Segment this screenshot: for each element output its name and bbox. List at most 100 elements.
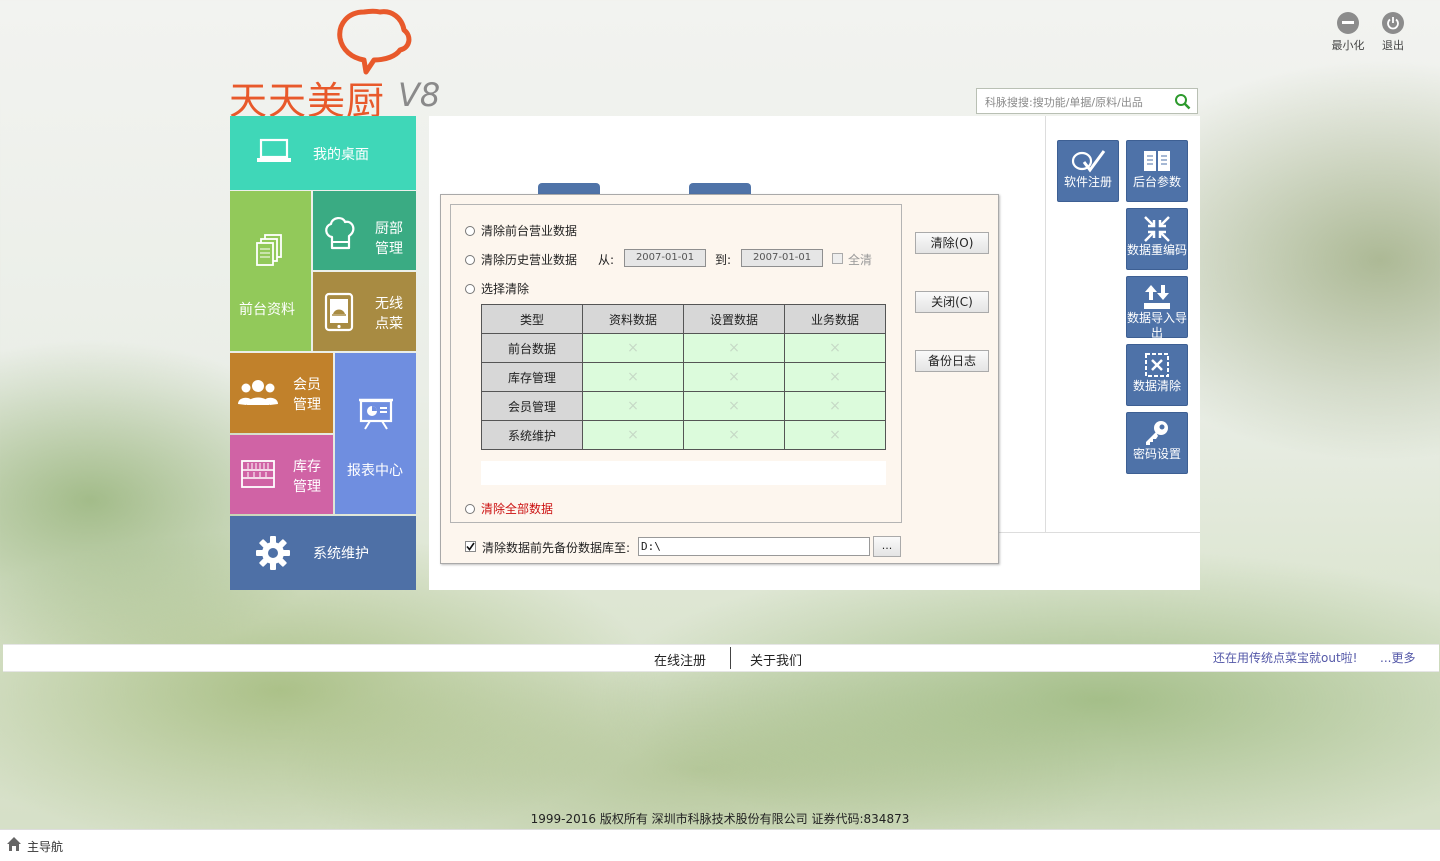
data-recode-label: 数据重编码 xyxy=(1127,243,1188,257)
import-export-icon xyxy=(1127,283,1187,311)
panel-divider xyxy=(1045,116,1046,532)
backup-log-button[interactable]: 备份日志 xyxy=(915,350,989,372)
main-navigation-label[interactable]: 主导航 xyxy=(27,838,63,855)
documents-icon xyxy=(255,233,285,271)
table-cell[interactable]: × xyxy=(683,391,785,421)
laptop-icon xyxy=(256,138,292,168)
close-button[interactable]: 关闭(C) xyxy=(915,291,989,313)
date-from-input[interactable]: 2007-01-01 xyxy=(624,249,706,267)
data-import-export-label: 数据导入导出 xyxy=(1127,311,1188,340)
table-cell[interactable]: × xyxy=(784,391,886,421)
radio-select-clear-label: 选择清除 xyxy=(481,282,530,296)
table-cell[interactable]: × xyxy=(784,420,886,450)
tile-system-maintenance-label: 系统维护 xyxy=(313,546,369,562)
table-header: 类型 xyxy=(481,304,583,334)
more-link[interactable]: ...更多 xyxy=(1380,649,1415,666)
backup-before-clear-checkbox[interactable] xyxy=(465,541,476,552)
status-bar: 主导航 xyxy=(0,829,1440,861)
table-cell[interactable]: × xyxy=(784,333,886,363)
software-register-label: 软件注册 xyxy=(1063,175,1112,189)
table-cell[interactable]: × xyxy=(784,362,886,392)
online-register-link[interactable]: 在线注册 xyxy=(654,650,706,669)
data-import-export-button[interactable]: 数据导入导出 xyxy=(1126,276,1188,340)
book-icon xyxy=(1127,147,1187,175)
checkmark-icon xyxy=(466,542,475,551)
power-icon xyxy=(1382,12,1404,34)
tablet-icon xyxy=(324,292,354,336)
tile-member-management[interactable]: 会员 管理 xyxy=(230,353,333,433)
presentation-chart-icon xyxy=(359,397,393,435)
minimize-button[interactable]: 最小化 xyxy=(1328,12,1368,53)
password-settings-label: 密码设置 xyxy=(1132,447,1181,461)
radio-clear-all[interactable]: 清除全部数据 xyxy=(465,500,553,517)
tile-member-label-2: 管理 xyxy=(293,397,321,413)
clear-button[interactable]: 清除(O) xyxy=(915,232,989,254)
table-cell[interactable]: × xyxy=(582,420,684,450)
search-icon[interactable] xyxy=(1174,93,1191,114)
table-row: 会员管理 × × × xyxy=(481,391,886,421)
table-cell[interactable]: × xyxy=(582,333,684,363)
data-recode-button[interactable]: 数据重编码 xyxy=(1126,208,1188,270)
chef-hat-icon xyxy=(323,215,357,255)
clear-data-dialog: 清除前台营业数据 清除历史营业数据 从: 2007-01-01 到: 2007-… xyxy=(440,194,999,564)
search-input[interactable] xyxy=(983,90,1172,114)
home-icon[interactable] xyxy=(6,836,22,856)
clear-options-group: 清除前台营业数据 清除历史营业数据 从: 2007-01-01 到: 2007-… xyxy=(450,204,902,523)
radio-clear-front-label: 清除前台营业数据 xyxy=(481,224,578,238)
footer-separator xyxy=(730,647,731,669)
tile-system-maintenance[interactable]: 系统维护 xyxy=(230,516,416,590)
table-cell[interactable]: × xyxy=(683,362,785,392)
table-row: 系统维护 × × × xyxy=(481,420,886,450)
tile-my-desktop-label: 我的桌面 xyxy=(313,147,369,163)
clear-selection-table: 类型 资料数据 设置数据 业务数据 前台数据 × × × 库存管理 × × × … xyxy=(481,304,886,450)
password-settings-button[interactable]: 密码设置 xyxy=(1126,412,1188,474)
search-box xyxy=(976,88,1198,114)
tile-front-data[interactable]: 前台资料 xyxy=(230,191,311,351)
radio-clear-history-label: 清除历史营业数据 xyxy=(481,253,578,267)
table-header: 业务数据 xyxy=(784,304,886,334)
tile-my-desktop[interactable]: 我的桌面 xyxy=(230,116,416,190)
promo-link[interactable]: 还在用传统点菜宝就out啦! xyxy=(1213,649,1357,666)
tile-wireless-ordering[interactable]: 无线 点菜 xyxy=(313,272,416,351)
table-header-row: 类型 资料数据 设置数据 业务数据 xyxy=(481,304,886,334)
clear-data-icon xyxy=(1127,351,1187,379)
minimize-icon xyxy=(1337,12,1359,34)
backup-path-input[interactable]: D:\ xyxy=(638,537,870,556)
table-cell[interactable]: × xyxy=(582,391,684,421)
compress-icon xyxy=(1127,215,1187,243)
backup-before-clear-label: 清除数据前先备份数据库至: xyxy=(482,541,631,555)
gear-icon xyxy=(255,535,291,575)
tile-stock-management[interactable]: 库存 管理 xyxy=(230,435,333,514)
tile-kitchen-label-1: 厨部 xyxy=(375,221,403,237)
radio-dot xyxy=(465,283,475,294)
tile-kitchen-label-2: 管理 xyxy=(375,241,403,257)
register-icon xyxy=(1058,147,1118,175)
table-cell[interactable]: × xyxy=(683,420,785,450)
date-to-input[interactable]: 2007-01-01 xyxy=(741,249,823,267)
backend-params-button[interactable]: 后台参数 xyxy=(1126,140,1188,202)
tile-kitchen-management[interactable]: 厨部 管理 xyxy=(313,191,416,270)
table-cell[interactable]: × xyxy=(582,362,684,392)
radio-dot xyxy=(465,225,475,236)
table-cell[interactable]: × xyxy=(683,333,785,363)
data-clear-button[interactable]: 数据清除 xyxy=(1126,344,1188,406)
backend-params-label: 后台参数 xyxy=(1132,175,1181,189)
tile-stock-label-1: 库存 xyxy=(293,459,321,475)
table-header: 资料数据 xyxy=(582,304,684,334)
radio-clear-history[interactable]: 清除历史营业数据 xyxy=(465,251,577,268)
browse-button[interactable]: ... xyxy=(873,536,901,557)
radio-select-clear[interactable]: 选择清除 xyxy=(465,280,529,297)
copyright-text: 1999-2016 版权所有 深圳市科脉技术股份有限公司 证券代码:834873 xyxy=(530,812,910,826)
software-register-button[interactable]: 软件注册 xyxy=(1057,140,1119,202)
radio-clear-all-label: 清除全部数据 xyxy=(481,502,554,516)
row-header: 会员管理 xyxy=(481,391,583,421)
about-us-link[interactable]: 关于我们 xyxy=(750,650,802,669)
all-clear-checkbox[interactable] xyxy=(832,253,843,264)
tile-report-center[interactable]: 报表中心 xyxy=(335,353,416,514)
row-header: 系统维护 xyxy=(481,420,583,450)
exit-label: 退出 xyxy=(1382,39,1404,52)
radio-clear-front[interactable]: 清除前台营业数据 xyxy=(465,222,577,239)
all-clear-label: 全清 xyxy=(848,253,873,267)
exit-button[interactable]: 退出 xyxy=(1373,12,1413,53)
panel-divider-horizontal xyxy=(999,532,1200,533)
